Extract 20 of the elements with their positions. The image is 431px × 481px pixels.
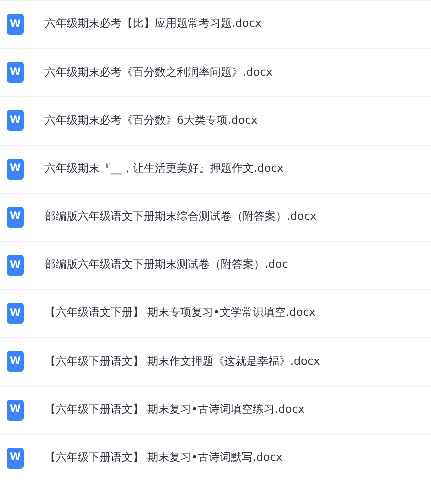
word-file-icon: W bbox=[7, 303, 24, 324]
word-file-icon: W bbox=[7, 448, 24, 469]
file-name[interactable]: 六年级期末必考【比】应用题常考习题.docx bbox=[45, 16, 262, 33]
file-name[interactable]: 【六年级下册语文】 期末复习•古诗词默写.docx bbox=[45, 450, 283, 467]
word-file-icon: W bbox=[7, 255, 24, 276]
file-name[interactable]: 六年级期末必考《百分数之利润率问题》.docx bbox=[45, 64, 273, 82]
word-file-icon: W bbox=[7, 110, 24, 132]
file-name[interactable]: 【六年级下册语文】 期末作文押题《这就是幸福》.docx bbox=[45, 354, 320, 370]
file-name[interactable]: 部编版六年级语文下册期末测试卷（附答案）.doc bbox=[45, 257, 288, 274]
file-name[interactable]: 六年级期末必考《百分数》6大类专项.docx bbox=[45, 112, 258, 130]
file-name[interactable]: 【六年级下册语文】 期末复习•古诗词填空练习.docx bbox=[45, 402, 305, 418]
word-file-icon: W bbox=[7, 400, 24, 421]
word-file-icon: W bbox=[7, 351, 24, 372]
word-file-icon: W bbox=[7, 62, 24, 84]
word-file-icon: W bbox=[7, 158, 24, 180]
file-name[interactable]: 【六年级语文下册】 期末专项复习•文学常识填空.docx bbox=[45, 305, 316, 322]
file-name[interactable]: 六年级期末『__，让生活更美好』押题作文.docx bbox=[45, 160, 284, 178]
word-file-icon: W bbox=[7, 14, 24, 36]
file-name[interactable]: 部编版六年级语文下册期末综合测试卷（附答案）.docx bbox=[45, 209, 317, 226]
word-file-icon: W bbox=[7, 206, 24, 228]
